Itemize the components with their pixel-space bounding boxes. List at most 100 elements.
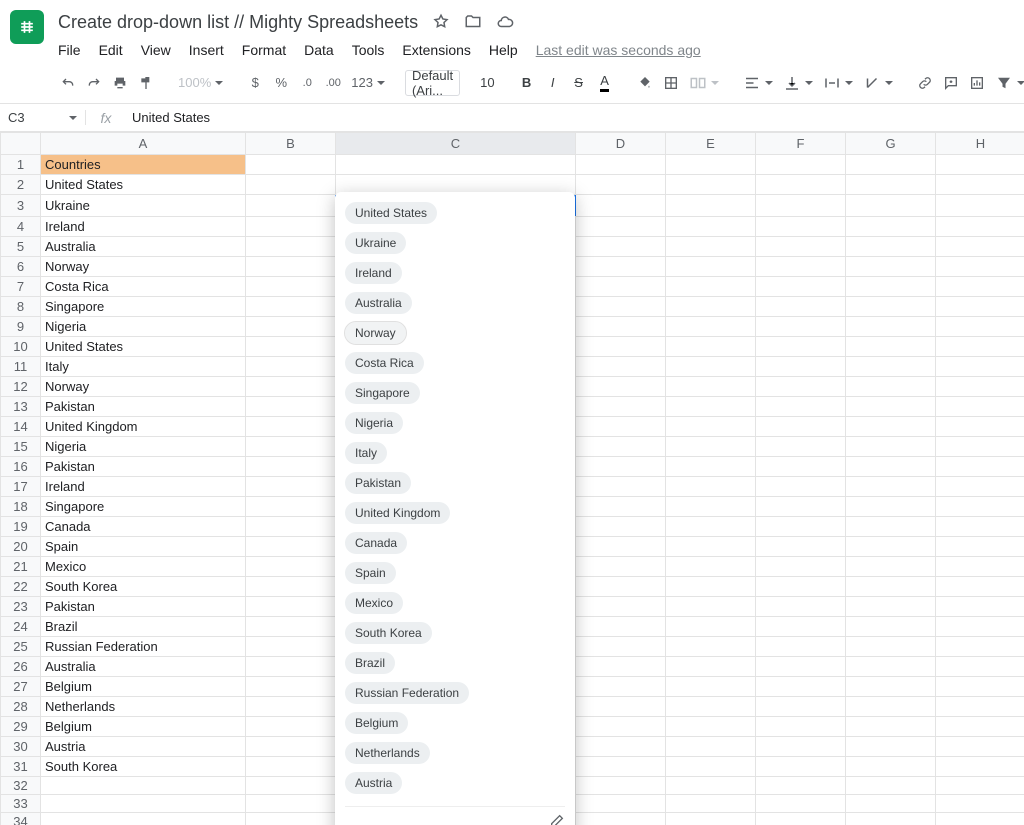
cell-D4[interactable] [576,217,666,237]
cell-D19[interactable] [576,517,666,537]
cell-D6[interactable] [576,257,666,277]
name-box[interactable]: C3 [0,110,86,125]
v-align-button[interactable] [779,70,817,96]
cell-H10[interactable] [936,337,1024,357]
cell-H19[interactable] [936,517,1024,537]
cell-E19[interactable] [666,517,756,537]
cell-E2[interactable] [666,175,756,195]
cell-A3[interactable]: Ukraine [41,195,246,217]
cell-A2[interactable]: United States [41,175,246,195]
dropdown-option[interactable]: Norway [345,322,406,344]
cell-H4[interactable] [936,217,1024,237]
row-header-18[interactable]: 18 [1,497,41,517]
cell-F24[interactable] [756,617,846,637]
fill-color-button[interactable] [633,70,657,96]
row-header-5[interactable]: 5 [1,237,41,257]
cell-A29[interactable]: Belgium [41,717,246,737]
cell-B6[interactable] [246,257,336,277]
row-header-24[interactable]: 24 [1,617,41,637]
cell-A33[interactable] [41,795,246,813]
cell-F31[interactable] [756,757,846,777]
cell-D3[interactable] [576,195,666,217]
dropdown-option[interactable]: Costa Rica [345,352,424,374]
dropdown-option[interactable]: Italy [345,442,387,464]
cell-D1[interactable] [576,155,666,175]
cell-G7[interactable] [846,277,936,297]
cell-G3[interactable] [846,195,936,217]
cell-H20[interactable] [936,537,1024,557]
redo-button[interactable] [82,70,106,96]
row-header-31[interactable]: 31 [1,757,41,777]
move-icon[interactable] [464,13,482,31]
select-all-corner[interactable] [1,133,41,155]
cell-E17[interactable] [666,477,756,497]
row-header-12[interactable]: 12 [1,377,41,397]
cell-A9[interactable]: Nigeria [41,317,246,337]
row-header-19[interactable]: 19 [1,517,41,537]
cell-D26[interactable] [576,657,666,677]
percent-button[interactable]: % [269,70,293,96]
cell-H30[interactable] [936,737,1024,757]
cell-F17[interactable] [756,477,846,497]
row-header-6[interactable]: 6 [1,257,41,277]
cell-A14[interactable]: United Kingdom [41,417,246,437]
cell-A26[interactable]: Australia [41,657,246,677]
cell-F13[interactable] [756,397,846,417]
cell-H25[interactable] [936,637,1024,657]
cell-B2[interactable] [246,175,336,195]
cell-F11[interactable] [756,357,846,377]
zoom-dropdown[interactable]: 100% [174,70,227,96]
cell-F28[interactable] [756,697,846,717]
cell-D30[interactable] [576,737,666,757]
cell-G19[interactable] [846,517,936,537]
cell-E18[interactable] [666,497,756,517]
cell-H6[interactable] [936,257,1024,277]
cell-F33[interactable] [756,795,846,813]
cell-A25[interactable]: Russian Federation [41,637,246,657]
dropdown-option[interactable]: Belgium [345,712,408,734]
cell-B8[interactable] [246,297,336,317]
cell-G32[interactable] [846,777,936,795]
cell-F29[interactable] [756,717,846,737]
cell-A32[interactable] [41,777,246,795]
edit-dropdown-icon[interactable] [549,813,565,825]
cell-B24[interactable] [246,617,336,637]
cell-G4[interactable] [846,217,936,237]
cell-D21[interactable] [576,557,666,577]
cell-F10[interactable] [756,337,846,357]
cell-A5[interactable]: Australia [41,237,246,257]
cell-F26[interactable] [756,657,846,677]
wrap-button[interactable] [819,70,857,96]
dropdown-option[interactable]: United States [345,202,437,224]
cell-D7[interactable] [576,277,666,297]
cell-B14[interactable] [246,417,336,437]
print-button[interactable] [108,70,132,96]
cell-H29[interactable] [936,717,1024,737]
cell-G23[interactable] [846,597,936,617]
cell-F25[interactable] [756,637,846,657]
cell-A21[interactable]: Mexico [41,557,246,577]
cell-B23[interactable] [246,597,336,617]
cell-B16[interactable] [246,457,336,477]
cell-A4[interactable]: Ireland [41,217,246,237]
column-header-F[interactable]: F [756,133,846,155]
dropdown-option[interactable]: Canada [345,532,407,554]
dropdown-option[interactable]: Singapore [345,382,420,404]
cell-E31[interactable] [666,757,756,777]
cell-B32[interactable] [246,777,336,795]
cell-D29[interactable] [576,717,666,737]
cell-C1[interactable] [336,155,576,175]
cell-A6[interactable]: Norway [41,257,246,277]
cell-D20[interactable] [576,537,666,557]
cell-H17[interactable] [936,477,1024,497]
row-header-8[interactable]: 8 [1,297,41,317]
cell-A12[interactable]: Norway [41,377,246,397]
menu-help[interactable]: Help [489,42,518,58]
dropdown-option[interactable]: Netherlands [345,742,430,764]
cell-A1[interactable]: Countries [41,155,246,175]
cell-F8[interactable] [756,297,846,317]
row-header-30[interactable]: 30 [1,737,41,757]
column-header-A[interactable]: A [41,133,246,155]
cell-F20[interactable] [756,537,846,557]
cell-E33[interactable] [666,795,756,813]
